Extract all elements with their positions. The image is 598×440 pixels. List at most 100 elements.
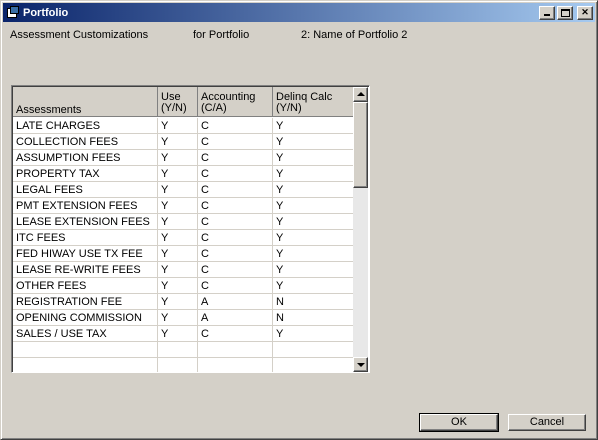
table-row[interactable]: LEASE RE-WRITE FEES Y C Y xyxy=(13,262,355,278)
delinq-calc-cell[interactable]: Y xyxy=(273,214,355,230)
title-bar[interactable]: Portfolio ✕ xyxy=(3,3,595,22)
accounting-cell[interactable]: C xyxy=(198,166,273,182)
accounting-cell[interactable]: C xyxy=(198,230,273,246)
delinq-calc-cell[interactable]: Y xyxy=(273,118,355,134)
accounting-cell[interactable]: C xyxy=(198,182,273,198)
cancel-button[interactable]: Cancel xyxy=(508,414,586,431)
accounting-cell[interactable]: C xyxy=(198,246,273,262)
delinq-calc-cell[interactable]: Y xyxy=(273,278,355,294)
use-cell[interactable]: Y xyxy=(158,278,198,294)
use-cell[interactable]: Y xyxy=(158,310,198,326)
scroll-down-button[interactable] xyxy=(353,357,368,372)
accounting-cell[interactable]: C xyxy=(198,214,273,230)
close-icon: ✕ xyxy=(581,7,589,17)
table-row[interactable]: PMT EXTENSION FEES Y C Y xyxy=(13,198,355,214)
accounting-cell[interactable]: C xyxy=(198,262,273,278)
table-row[interactable]: PROPERTY TAX Y C Y xyxy=(13,166,355,182)
table-row[interactable]: ASSUMPTION FEES Y C Y xyxy=(13,150,355,166)
delinq-calc-cell[interactable]: Y xyxy=(273,326,355,342)
portfolio-name: 2: Name of Portfolio 2 xyxy=(301,29,408,41)
use-cell[interactable]: Y xyxy=(158,214,198,230)
use-cell[interactable]: Y xyxy=(158,326,198,342)
accounting-cell[interactable] xyxy=(198,342,273,358)
accounting-cell[interactable]: C xyxy=(198,278,273,294)
assessment-cell[interactable]: ITC FEES xyxy=(13,230,158,246)
accounting-cell[interactable]: A xyxy=(198,294,273,310)
assessment-cell[interactable]: COLLECTION FEES xyxy=(13,134,158,150)
table-row[interactable] xyxy=(13,342,355,358)
grid-header: Assessments Use (Y/N) Accounting (C/A) D… xyxy=(13,87,355,117)
accounting-cell[interactable]: C xyxy=(198,150,273,166)
table-row[interactable]: LEASE EXTENSION FEES Y C Y xyxy=(13,214,355,230)
assessment-cell[interactable]: FED HIWAY USE TX FEE xyxy=(13,246,158,262)
assessment-cell[interactable]: LEASE RE-WRITE FEES xyxy=(13,262,158,278)
column-header-assessments[interactable]: Assessments xyxy=(13,87,158,117)
scroll-thumb[interactable] xyxy=(353,102,368,188)
use-cell[interactable]: Y xyxy=(158,198,198,214)
use-cell[interactable]: Y xyxy=(158,134,198,150)
assessment-cell[interactable]: OPENING COMMISSION xyxy=(13,310,158,326)
column-header-delinq-calc[interactable]: Delinq Calc (Y/N) xyxy=(273,87,355,117)
delinq-calc-cell[interactable]: Y xyxy=(273,166,355,182)
assessment-cell[interactable]: PROPERTY TAX xyxy=(13,166,158,182)
minimize-button[interactable] xyxy=(539,5,555,20)
accounting-cell[interactable]: C xyxy=(198,198,273,214)
maximize-button[interactable] xyxy=(557,5,573,20)
assessment-cell[interactable] xyxy=(13,358,158,372)
delinq-calc-cell[interactable]: Y xyxy=(273,262,355,278)
assessment-cell[interactable]: LEASE EXTENSION FEES xyxy=(13,214,158,230)
table-row[interactable]: COLLECTION FEES Y C Y xyxy=(13,134,355,150)
use-cell[interactable]: Y xyxy=(158,166,198,182)
assessment-cell[interactable]: LEGAL FEES xyxy=(13,182,158,198)
use-cell[interactable]: Y xyxy=(158,294,198,310)
use-cell[interactable]: Y xyxy=(158,246,198,262)
delinq-calc-cell[interactable]: Y xyxy=(273,134,355,150)
assessment-cell[interactable]: SALES / USE TAX xyxy=(13,326,158,342)
table-row[interactable]: LATE CHARGES Y C Y xyxy=(13,118,355,134)
delinq-calc-cell[interactable]: Y xyxy=(273,182,355,198)
table-row[interactable]: LEGAL FEES Y C Y xyxy=(13,182,355,198)
accounting-cell[interactable]: A xyxy=(198,310,273,326)
ok-button[interactable]: OK xyxy=(419,413,499,432)
accounting-cell[interactable]: C xyxy=(198,326,273,342)
delinq-calc-cell[interactable]: Y xyxy=(273,150,355,166)
maximize-icon xyxy=(561,8,570,17)
use-cell[interactable] xyxy=(158,342,198,358)
use-cell[interactable] xyxy=(158,358,198,372)
table-row[interactable]: REGISTRATION FEE Y A N xyxy=(13,294,355,310)
column-header-accounting[interactable]: Accounting (C/A) xyxy=(198,87,273,117)
delinq-calc-cell[interactable] xyxy=(273,358,355,372)
assessment-cell[interactable]: ASSUMPTION FEES xyxy=(13,150,158,166)
table-row[interactable]: OPENING COMMISSION Y A N xyxy=(13,310,355,326)
use-cell[interactable]: Y xyxy=(158,262,198,278)
assessment-cell[interactable]: LATE CHARGES xyxy=(13,118,158,134)
vertical-scrollbar[interactable] xyxy=(353,87,368,372)
minimize-icon xyxy=(544,13,550,16)
accounting-cell[interactable]: C xyxy=(198,118,273,134)
use-cell[interactable]: Y xyxy=(158,230,198,246)
table-row[interactable] xyxy=(13,358,355,372)
accounting-cell[interactable] xyxy=(198,358,273,372)
delinq-calc-cell[interactable]: Y xyxy=(273,198,355,214)
assessment-cell[interactable] xyxy=(13,342,158,358)
column-header-use[interactable]: Use (Y/N) xyxy=(158,87,198,117)
assessments-grid[interactable]: Assessments Use (Y/N) Accounting (C/A) D… xyxy=(11,85,370,373)
table-row[interactable]: FED HIWAY USE TX FEE Y C Y xyxy=(13,246,355,262)
delinq-calc-cell[interactable]: Y xyxy=(273,246,355,262)
accounting-cell[interactable]: C xyxy=(198,134,273,150)
delinq-calc-cell[interactable]: N xyxy=(273,294,355,310)
use-cell[interactable]: Y xyxy=(158,182,198,198)
assessment-cell[interactable]: REGISTRATION FEE xyxy=(13,294,158,310)
delinq-calc-cell[interactable]: N xyxy=(273,310,355,326)
close-button[interactable]: ✕ xyxy=(577,5,593,20)
delinq-calc-cell[interactable]: Y xyxy=(273,230,355,246)
assessment-cell[interactable]: OTHER FEES xyxy=(13,278,158,294)
assessment-cell[interactable]: PMT EXTENSION FEES xyxy=(13,198,158,214)
use-cell[interactable]: Y xyxy=(158,118,198,134)
delinq-calc-cell[interactable] xyxy=(273,342,355,358)
table-row[interactable]: ITC FEES Y C Y xyxy=(13,230,355,246)
table-row[interactable]: OTHER FEES Y C Y xyxy=(13,278,355,294)
scroll-up-button[interactable] xyxy=(353,87,368,102)
table-row[interactable]: SALES / USE TAX Y C Y xyxy=(13,326,355,342)
use-cell[interactable]: Y xyxy=(158,150,198,166)
